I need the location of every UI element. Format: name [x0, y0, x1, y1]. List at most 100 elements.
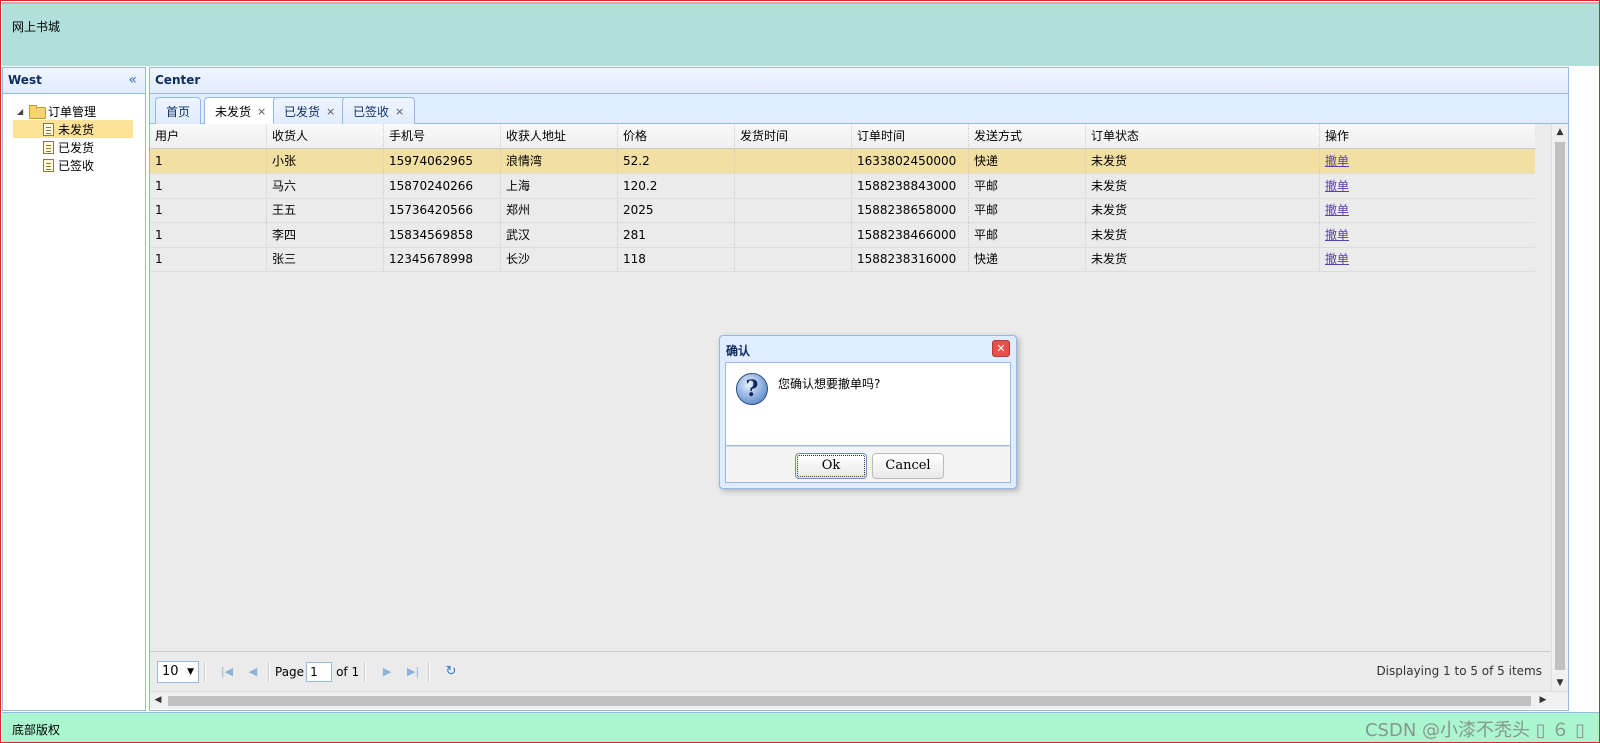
column-header-receiver[interactable]: 收货人 — [267, 124, 384, 149]
table-row[interactable]: 1 李四 15834569858 武汉 281 1588238466000 平邮 未发货 撤单 — [150, 222, 1554, 248]
scroll-down-icon[interactable]: ▼ — [1552, 675, 1568, 691]
scroll-right-icon[interactable]: ▶ — [1535, 692, 1551, 709]
footer-copyright: 底部版权 — [12, 723, 61, 737]
column-header-user[interactable]: 用户 — [150, 124, 267, 149]
tree-node-label: 已发货 — [58, 140, 95, 155]
table-row[interactable]: 1 马六 15870240266 上海 120.2 1588238843000 平邮 未发货撤… — [150, 173, 1554, 199]
west-panel-header: West « — [3, 68, 145, 94]
pager-separator — [428, 661, 431, 682]
column-header-action[interactable]: 操作 — [1320, 124, 1554, 149]
cancel-order-link[interactable]: 撤单 — [1325, 228, 1349, 242]
cell-phone: 15834569858 — [384, 222, 501, 248]
cell-address: 武汉 — [501, 222, 618, 248]
table-row[interactable]: 1 张三 12345678998 长沙 118 1588238316000 快递 未发货 撤单 — [150, 247, 1554, 272]
scroll-thumb[interactable] — [168, 696, 1531, 706]
site-title: 网上书城 — [12, 20, 61, 34]
cell-user: 1 — [150, 149, 267, 174]
tree-node-order-management[interactable]: ◢ 订单管理 — [13, 102, 145, 120]
tree-node-shipped[interactable]: 已发货 — [13, 138, 145, 156]
cell-phone: 12345678998 — [384, 247, 501, 272]
horizontal-scrollbar[interactable]: ◀ ▶ — [150, 691, 1568, 709]
cell-action: 撤单 — [1320, 247, 1554, 272]
cell-ship-method: 快递 — [969, 149, 1086, 174]
vertical-scrollbar[interactable]: ▲ ▼ — [1551, 124, 1568, 691]
cell-order-status: 未发货 — [1086, 222, 1320, 248]
tab-close-icon[interactable]: × — [326, 105, 335, 118]
page-number-input[interactable]: 1 — [306, 661, 333, 682]
table-row[interactable]: 1 小张 15974062965 浪情湾 52.2 1633802450000 快递 未发货撤… — [150, 149, 1554, 174]
tab-home[interactable]: 首页 — [155, 97, 202, 124]
collapse-left-icon[interactable]: « — [128, 72, 137, 88]
refresh-icon[interactable]: ↻ — [441, 662, 461, 682]
cell-order-time: 1588238316000 — [852, 247, 969, 272]
scroll-up-icon[interactable]: ▲ — [1552, 124, 1568, 140]
cell-order-time: 1633802450000 — [852, 149, 969, 174]
watermark-text: CSDN @小漆不秃头 ▯ ６ ▯ — [1364, 720, 1585, 741]
ok-button[interactable]: Ok — [795, 453, 867, 479]
tab-label: 未发货 — [215, 105, 252, 119]
cell-ship-time — [735, 222, 852, 248]
tab-unshipped[interactable]: 未发货 × — [204, 97, 278, 125]
first-page-icon[interactable]: |◀ — [217, 662, 237, 682]
cell-address: 长沙 — [501, 247, 618, 272]
dialog-title: 确认 — [726, 344, 751, 358]
cell-address: 浪情湾 — [501, 149, 618, 174]
page-size-select[interactable]: 10 ▼ — [157, 660, 199, 683]
tabs-bar: 首页 未发货 × 已发货 × 已签收 × — [150, 94, 1568, 125]
cell-ship-time — [735, 198, 852, 223]
scroll-left-icon[interactable]: ◀ — [150, 692, 166, 709]
chevron-down-icon: ▼ — [187, 666, 194, 677]
column-header-ship-method[interactable]: 发送方式 — [969, 124, 1086, 149]
tab-signed[interactable]: 已签收 × — [342, 97, 416, 124]
dialog-message: 您确认想要撤单吗? — [778, 377, 881, 391]
tree-node-signed[interactable]: 已签收 — [13, 156, 145, 174]
cancel-order-link[interactable]: 撤单 — [1325, 203, 1349, 217]
cell-order-time: 1588238658000 — [852, 198, 969, 223]
tree-expand-icon[interactable]: ◢ — [17, 107, 29, 116]
table-row[interactable]: 1 王五 15736420566 郑州 2025 1588238658000 平邮 未发货 撤单 — [150, 198, 1554, 223]
column-header-ship-time[interactable]: 发货时间 — [735, 124, 852, 149]
cell-user: 1 — [150, 222, 267, 248]
close-icon[interactable]: ✕ — [992, 340, 1010, 357]
cell-receiver: 王五 — [267, 198, 384, 223]
column-header-phone[interactable]: 手机号 — [384, 124, 501, 149]
page-label: Page — [275, 664, 305, 679]
tab-close-icon[interactable]: × — [257, 105, 266, 118]
cell-order-status: 未发货 — [1086, 149, 1320, 174]
pagination-bar: 10 ▼ |◀ ◀ Page 1 of 1 ▶ ▶| ↻ Displaying … — [150, 651, 1550, 691]
cell-order-status: 未发货 — [1086, 247, 1320, 272]
file-icon — [43, 140, 54, 154]
cell-receiver: 张三 — [267, 247, 384, 272]
cell-receiver: 小张 — [267, 149, 384, 174]
column-header-order-time[interactable]: 订单时间 — [852, 124, 969, 149]
cell-ship-time — [735, 173, 852, 199]
cell-ship-method: 平邮 — [969, 198, 1086, 223]
cell-price: 2025 — [618, 198, 735, 223]
column-header-price[interactable]: 价格 — [618, 124, 735, 149]
tree-node-unshipped[interactable]: 未发货 — [13, 120, 133, 138]
cancel-order-link[interactable]: 撤单 — [1325, 179, 1349, 193]
tab-shipped[interactable]: 已发货 × — [273, 97, 347, 124]
prev-page-icon[interactable]: ◀ — [243, 662, 263, 682]
confirm-dialog: 确认 ✕ ? 您确认想要撤单吗? Ok Cancel — [719, 335, 1017, 489]
next-page-icon[interactable]: ▶ — [377, 662, 397, 682]
file-icon — [43, 158, 54, 172]
cancel-order-link[interactable]: 撤单 — [1325, 154, 1349, 168]
page-count-label: of 1 — [336, 664, 360, 679]
scroll-thumb[interactable] — [1555, 142, 1565, 670]
cancel-order-link[interactable]: 撤单 — [1325, 252, 1349, 266]
cell-receiver: 马六 — [267, 173, 384, 199]
cell-phone: 15974062965 — [384, 149, 501, 174]
tab-close-icon[interactable]: × — [395, 105, 404, 118]
cancel-button[interactable]: Cancel — [872, 453, 944, 479]
last-page-icon[interactable]: ▶| — [403, 662, 423, 682]
cell-phone: 15870240266 — [384, 173, 501, 199]
tree-node-label: 订单管理 — [48, 104, 97, 119]
cell-ship-time — [735, 247, 852, 272]
center-panel-header: Center — [150, 68, 1568, 94]
cell-receiver: 李四 — [267, 222, 384, 248]
file-icon — [43, 122, 54, 136]
column-header-order-status[interactable]: 订单状态 — [1086, 124, 1320, 149]
column-header-address[interactable]: 收获人地址 — [501, 124, 618, 149]
cell-action: 撤单 — [1320, 222, 1554, 248]
